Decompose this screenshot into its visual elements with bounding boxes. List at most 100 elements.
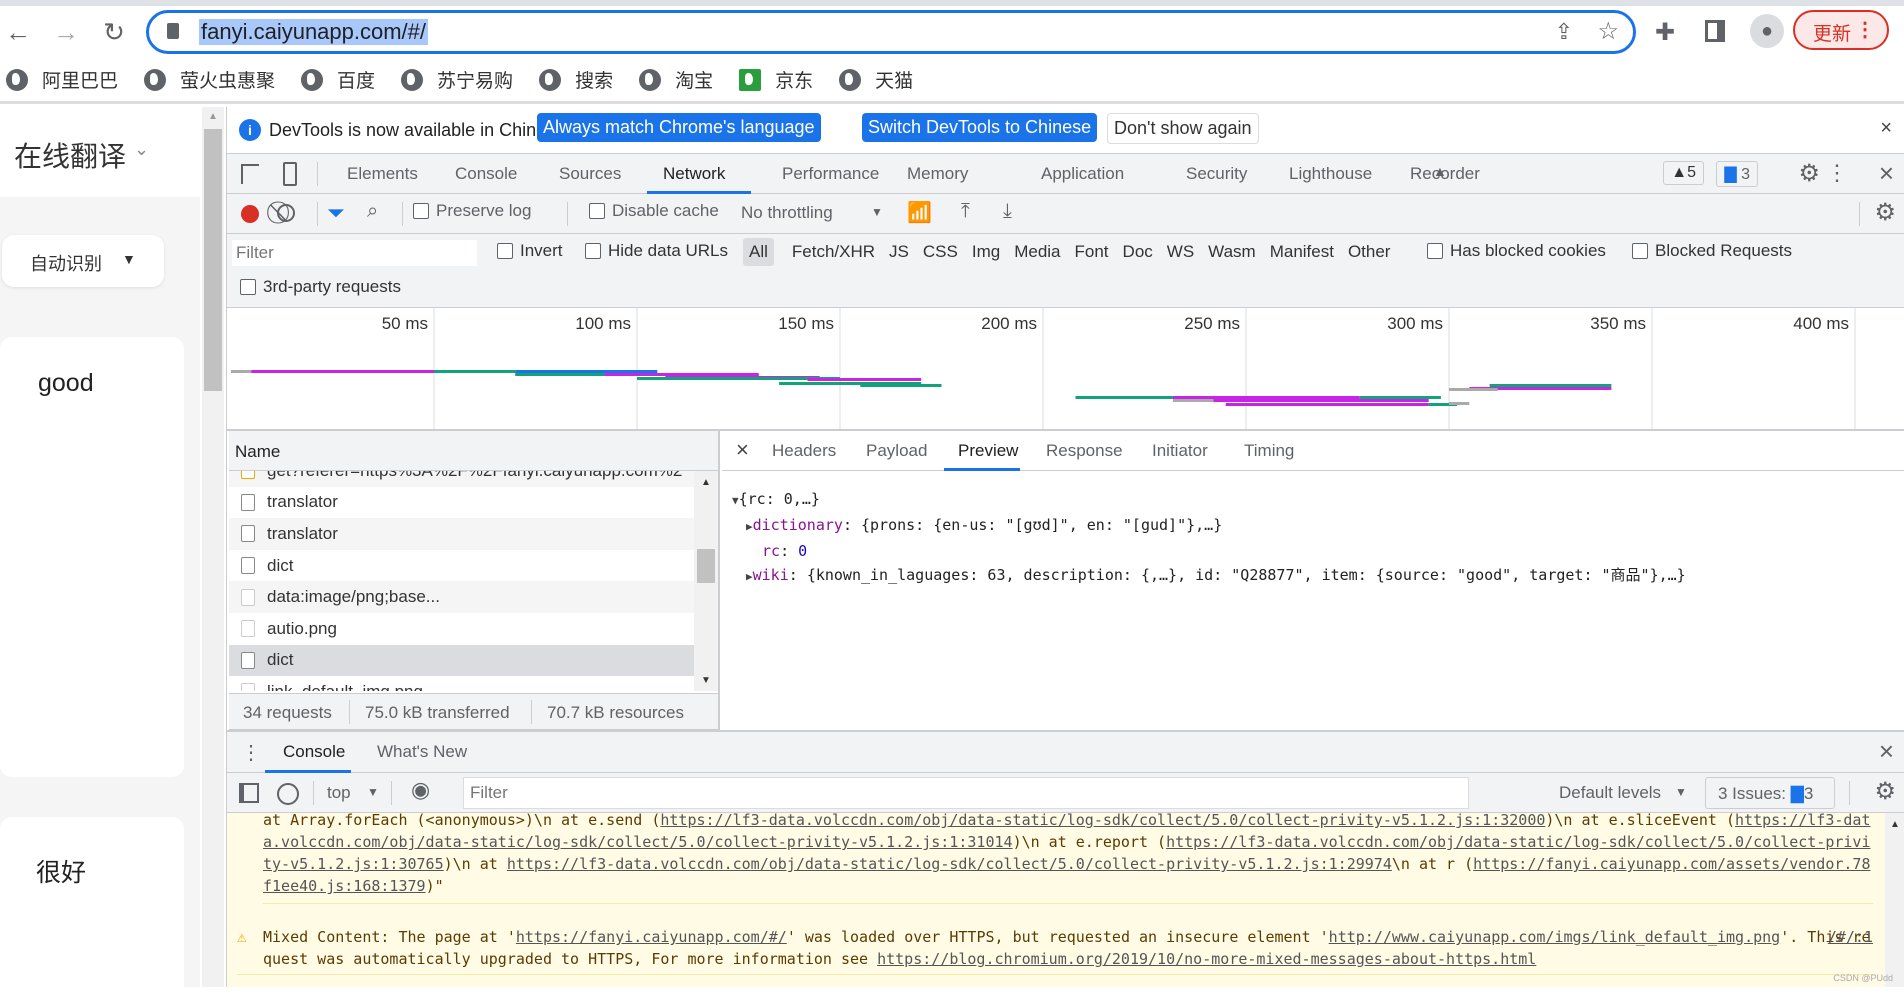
- bookmark-item[interactable]: 百度: [301, 66, 375, 93]
- type-filter-doc[interactable]: Doc: [1117, 238, 1159, 266]
- expand-right-icon[interactable]: ▶: [746, 570, 753, 583]
- tab-elements[interactable]: Elements: [347, 164, 418, 184]
- sidebar-toggle-icon[interactable]: [239, 783, 259, 803]
- network-overview-timeline[interactable]: 50 ms 100 ms 150 ms 200 ms 250 ms 300 ms 350 m…: [227, 308, 1904, 430]
- type-filter-font[interactable]: Font: [1069, 238, 1115, 266]
- tab-network[interactable]: Network: [663, 164, 725, 184]
- caret-down-icon[interactable]: ▼: [367, 785, 379, 799]
- source-language-select[interactable]: 自动识别 ▼: [2, 235, 164, 287]
- url-text[interactable]: fanyi.caiyunapp.com/#/: [199, 19, 429, 45]
- detail-tab-headers[interactable]: Headers: [772, 441, 836, 461]
- log-levels-select[interactable]: Default levels: [1559, 783, 1661, 803]
- console-filter-input[interactable]: [463, 777, 1469, 809]
- chevron-down-icon[interactable]: ⌄: [134, 139, 149, 160]
- tree-node-wiki[interactable]: ▶wiki: {known_in_laguages: 63, descripti…: [732, 563, 1686, 589]
- tree-root[interactable]: ▼{rc: 0,…}: [732, 487, 1686, 513]
- type-filter-img[interactable]: Img: [966, 238, 1006, 266]
- bookmark-item[interactable]: 京东: [739, 66, 813, 93]
- third-party-checkbox[interactable]: 3rd-party requests: [240, 277, 401, 297]
- type-filter-manifest[interactable]: Manifest: [1264, 238, 1340, 266]
- request-row[interactable]: link_default_img.png: [229, 676, 694, 691]
- clear-circle-icon[interactable]: [277, 204, 295, 222]
- tree-node-dictionary[interactable]: ▶dictionary: {prons: {en-us: "[gʊd]", en…: [732, 513, 1686, 539]
- star-icon[interactable]: ☆: [1597, 17, 1619, 46]
- tab-security[interactable]: Security: [1186, 164, 1247, 184]
- scroll-up-icon[interactable]: ▲: [1890, 819, 1900, 830]
- type-filter-ws[interactable]: WS: [1161, 238, 1200, 266]
- caret-down-icon[interactable]: ▼: [1675, 785, 1687, 799]
- scroll-up-icon[interactable]: ▲: [208, 111, 218, 122]
- type-filter-wasm[interactable]: Wasm: [1202, 238, 1262, 266]
- request-list-scrollbar[interactable]: ▲ ▼: [694, 471, 718, 691]
- request-row[interactable]: translator: [229, 518, 694, 550]
- type-filter-fetch-xhr[interactable]: Fetch/XHR: [786, 238, 881, 266]
- preserve-log-checkbox[interactable]: Preserve log: [413, 201, 531, 221]
- record-icon[interactable]: [241, 205, 259, 223]
- bookmark-item[interactable]: 天猫: [839, 66, 913, 93]
- type-filter-all[interactable]: All: [743, 238, 774, 266]
- detail-tab-payload[interactable]: Payload: [866, 441, 927, 461]
- close-icon[interactable]: ×: [1880, 117, 1892, 140]
- tab-performance[interactable]: Performance: [782, 164, 879, 184]
- request-row[interactable]: autio.png: [229, 613, 694, 645]
- drawer-menu-icon[interactable]: ⋮: [241, 740, 261, 765]
- tab-application[interactable]: Application: [1041, 164, 1124, 184]
- request-row[interactable]: translator: [229, 486, 694, 519]
- dont-show-again-button[interactable]: Don't show again: [1107, 113, 1259, 144]
- more-options-icon[interactable]: ⋮: [1826, 160, 1848, 186]
- bookmark-item[interactable]: 阿里巴巴: [6, 66, 118, 93]
- insecure-element-link[interactable]: http://www.caiyunapp.com/imgs/link_defau…: [1329, 928, 1781, 946]
- tab-memory[interactable]: Memory: [907, 164, 968, 184]
- detail-tab-initiator[interactable]: Initiator: [1152, 441, 1208, 461]
- address-bar[interactable]: fanyi.caiyunapp.com/#/ ⇪ ☆: [146, 10, 1636, 54]
- request-row[interactable]: dict: [229, 549, 694, 582]
- share-icon[interactable]: ⇪: [1555, 19, 1573, 45]
- stack-trace-link[interactable]: https://lf3-data.volccdn.com/obj/data-st…: [507, 855, 1392, 873]
- request-row[interactable]: data:image/png;base...: [229, 581, 694, 613]
- warning-source-link[interactable]: /#/:1: [1828, 928, 1873, 946]
- throttling-select[interactable]: No throttling: [741, 203, 833, 223]
- warnings-badge[interactable]: ▲5: [1663, 161, 1704, 185]
- live-expression-eye-icon[interactable]: ◉: [411, 777, 430, 803]
- profile-avatar[interactable]: ●: [1750, 14, 1784, 48]
- search-icon[interactable]: ⌕: [367, 200, 378, 223]
- messages-badge[interactable]: ▇ 3: [1716, 161, 1758, 187]
- bookmark-item[interactable]: 萤火虫惠聚: [144, 66, 275, 93]
- page-scroll-thumb[interactable]: [204, 129, 222, 391]
- export-har-icon[interactable]: ⤓: [1003, 200, 1012, 223]
- detail-tab-preview[interactable]: Preview: [958, 441, 1018, 461]
- bookmark-item[interactable]: 苏宁易购: [401, 66, 513, 93]
- network-settings-icon[interactable]: ⚙: [1874, 198, 1896, 227]
- console-scrollbar[interactable]: ▲: [1885, 813, 1904, 987]
- network-conditions-icon[interactable]: 📶: [907, 200, 932, 225]
- caret-down-icon[interactable]: ▼: [871, 205, 883, 219]
- type-filter-css[interactable]: CSS: [917, 238, 964, 266]
- drawer-tab-whats-new[interactable]: What's New: [377, 742, 467, 762]
- forward-icon[interactable]: →: [50, 16, 82, 48]
- filter-input[interactable]: [232, 240, 477, 266]
- settings-icon[interactable]: ⚙: [1798, 159, 1820, 188]
- disable-cache-checkbox[interactable]: Disable cache: [589, 201, 719, 221]
- close-drawer-icon[interactable]: ×: [1879, 736, 1894, 767]
- type-filter-media[interactable]: Media: [1008, 238, 1066, 266]
- hide-data-urls-checkbox[interactable]: Hide data URLs: [585, 241, 728, 261]
- filter-icon[interactable]: ⏷: [327, 200, 345, 226]
- expand-down-icon[interactable]: ▼: [732, 494, 739, 507]
- reload-icon[interactable]: ↻: [98, 16, 130, 48]
- menu-icon[interactable]: ⋮: [1855, 17, 1875, 42]
- clear-console-icon[interactable]: [277, 783, 299, 805]
- tab-lighthouse[interactable]: Lighthouse: [1289, 164, 1372, 184]
- chromium-blog-link[interactable]: https://blog.chromium.org/2019/10/no-mor…: [877, 950, 1536, 968]
- import-har-icon[interactable]: ⤒: [961, 200, 970, 223]
- scroll-up-icon[interactable]: ▲: [701, 477, 711, 488]
- type-filter-other[interactable]: Other: [1342, 238, 1397, 266]
- switch-to-chinese-button[interactable]: Switch DevTools to Chinese: [862, 113, 1098, 142]
- device-toggle-icon[interactable]: [283, 162, 297, 186]
- always-match-language-button[interactable]: Always match Chrome's language: [537, 113, 821, 142]
- extensions-icon[interactable]: ✚: [1655, 18, 1675, 47]
- bookmark-item[interactable]: 搜索: [539, 66, 613, 93]
- input-card[interactable]: good: [0, 337, 184, 777]
- blocked-requests-checkbox[interactable]: Blocked Requests: [1632, 241, 1792, 261]
- tab-console[interactable]: Console: [455, 164, 517, 184]
- back-icon[interactable]: ←: [2, 16, 34, 48]
